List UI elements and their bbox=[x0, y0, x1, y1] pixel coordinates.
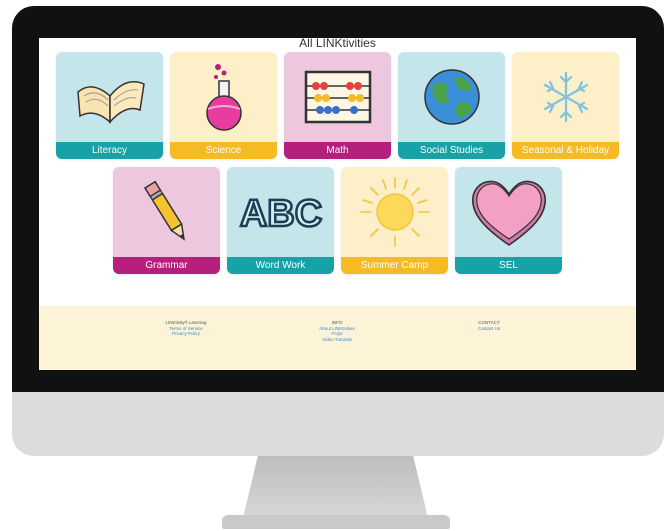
tile-grammar[interactable]: Grammar bbox=[113, 167, 220, 274]
tile-label: Grammar bbox=[113, 257, 220, 274]
tile-label: SEL bbox=[455, 257, 562, 274]
tile-sel[interactable]: SEL bbox=[455, 167, 562, 274]
tile-label: Social Studies bbox=[398, 142, 505, 159]
tile-literacy[interactable]: Literacy bbox=[56, 52, 163, 159]
tile-science[interactable]: Science bbox=[170, 52, 277, 159]
tile-label: Math bbox=[284, 142, 391, 159]
footer-col-company: LINKtivity® Learning Terms of Service Pr… bbox=[151, 320, 221, 337]
footer-col-contact: CONTACT Contact Us bbox=[454, 320, 524, 331]
footer-link-video-tutorials[interactable]: Video Tutorials bbox=[302, 337, 372, 343]
monitor-chin bbox=[12, 392, 664, 456]
tile-word-work[interactable]: ABC Word Work bbox=[227, 167, 334, 274]
monitor-stand-neck bbox=[243, 456, 428, 518]
abacus-icon bbox=[284, 52, 391, 142]
footer-link-contact-us[interactable]: Contact Us bbox=[454, 326, 524, 332]
monitor-screen: All LINKtivities Literacy Science Math S… bbox=[39, 38, 636, 370]
open-book-icon bbox=[56, 52, 163, 142]
page-title: All LINKtivities bbox=[299, 38, 376, 50]
tile-seasonal-holiday[interactable]: Seasonal & Holiday bbox=[512, 52, 619, 159]
tile-label: Summer Camp bbox=[341, 257, 448, 274]
site-footer: LINKtivity® Learning Terms of Service Pr… bbox=[39, 306, 636, 370]
pencil-icon bbox=[113, 167, 220, 257]
tile-label: Literacy bbox=[56, 142, 163, 159]
heart-icon bbox=[455, 167, 562, 257]
monitor-stand-base bbox=[222, 515, 450, 529]
globe-icon bbox=[398, 52, 505, 142]
tile-label: Seasonal & Holiday bbox=[512, 142, 619, 159]
abc-text: ABC bbox=[239, 193, 321, 235]
tile-label: Word Work bbox=[227, 257, 334, 274]
tile-social-studies[interactable]: Social Studies bbox=[398, 52, 505, 159]
abc-letters-icon: ABC bbox=[227, 167, 334, 257]
flask-icon bbox=[170, 52, 277, 142]
snowflake-icon bbox=[512, 52, 619, 142]
tile-summer-camp[interactable]: Summer Camp bbox=[341, 167, 448, 274]
tile-label: Science bbox=[170, 142, 277, 159]
footer-link-privacy[interactable]: Privacy Policy bbox=[151, 331, 221, 337]
sun-icon bbox=[341, 167, 448, 257]
footer-col-info: INFO About LINKtivities FAQs Video Tutor… bbox=[302, 320, 372, 342]
tile-math[interactable]: Math bbox=[284, 52, 391, 159]
